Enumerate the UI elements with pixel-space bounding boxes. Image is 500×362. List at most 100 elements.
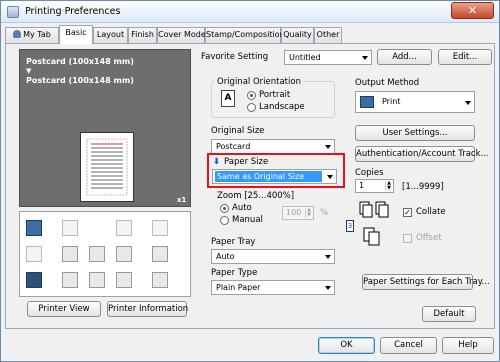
chevron-down-icon (325, 145, 331, 149)
print-icon (360, 96, 374, 108)
default-button[interactable]: Default (422, 306, 476, 322)
output-tray-icon[interactable] (62, 272, 78, 288)
offset-pages-icon (363, 227, 383, 247)
favorite-setting-select[interactable]: Untitled (284, 50, 372, 65)
copies-info-icon: 3 (346, 220, 354, 232)
collate-label: Collate (416, 207, 446, 217)
collate-checkbox[interactable]: ✓ (403, 208, 412, 217)
document-lines-icon (86, 138, 128, 196)
original-size-label: Original Size (211, 126, 265, 136)
zoom-value: 100 (286, 208, 302, 217)
ok-button[interactable]: OK (318, 337, 375, 354)
chevron-down-icon (325, 255, 331, 259)
cover-icon[interactable] (152, 246, 168, 262)
binding-icon[interactable] (62, 246, 78, 262)
printing-preferences-window: Printing Preferences ✕ My Tab Basic Layo… (0, 0, 500, 362)
chevron-down-icon (465, 101, 471, 105)
title-bar: Printing Preferences ✕ (1, 1, 499, 23)
original-size-select[interactable]: Postcard (211, 139, 335, 154)
combine-icon[interactable] (116, 220, 132, 236)
window-title: Printing Preferences (25, 6, 121, 17)
tab-layout[interactable]: Layout (93, 27, 128, 43)
paper-settings-each-tray-button[interactable]: Paper Settings for Each Tray... (362, 274, 490, 290)
add-favorite-button[interactable]: Add... (377, 49, 432, 65)
landscape-radio[interactable] (247, 103, 256, 112)
cancel-button[interactable]: Cancel (380, 337, 437, 354)
tab-quality[interactable]: Quality (281, 27, 314, 43)
portrait-label: Portrait (259, 90, 291, 100)
document-icon[interactable] (26, 272, 42, 288)
favorite-setting-value: Untitled (289, 53, 321, 62)
print-mode-icon[interactable] (26, 220, 42, 236)
preview-zoom-indicator: x1 (177, 196, 187, 204)
paper-type-label: Paper Type (211, 268, 258, 278)
punch-icon[interactable] (89, 246, 105, 262)
paper-size-value: Same as Original Size (215, 171, 322, 182)
printer-information-button[interactable]: Printer Information (107, 301, 188, 317)
tab-my-tab[interactable]: My Tab (5, 27, 59, 43)
tab-label: My Tab (23, 30, 51, 39)
zoom-auto-radio[interactable] (220, 204, 229, 213)
orientation-title: Original Orientation (215, 77, 303, 87)
paper-size-label: Paper Size (224, 157, 269, 167)
staple-icon[interactable] (152, 220, 168, 236)
zoom-manual-label: Manual (232, 215, 263, 225)
preview-original-size: Postcard (100x148 mm) (26, 57, 134, 66)
offset-label: Offset (416, 233, 442, 243)
zoom-manual-radio[interactable] (220, 216, 229, 225)
paper-tray-value: Auto (216, 252, 235, 261)
user-settings-button[interactable]: User Settings... (355, 125, 475, 141)
paper-size-select[interactable]: Same as Original Size (212, 169, 337, 184)
tab-finish[interactable]: Finish (128, 27, 157, 43)
landscape-label: Landscape (259, 102, 305, 112)
chevron-down-icon (362, 56, 368, 60)
printer-view-button[interactable]: Printer View (27, 301, 101, 317)
paper-type-value: Plain Paper (216, 283, 261, 292)
output-method-value: Print (382, 97, 401, 106)
preview-arrow-icon: ▼ (26, 67, 32, 75)
chevron-down-icon (325, 286, 331, 290)
person-icon (13, 30, 22, 38)
sort-icon[interactable] (89, 272, 105, 288)
spinner-icon: ▲ ▼ (385, 181, 392, 191)
close-button[interactable]: ✕ (451, 2, 494, 19)
output-method-label: Output Method (355, 78, 420, 88)
page-preview (80, 132, 134, 202)
portrait-radio[interactable] (247, 91, 256, 100)
finishing-icon[interactable] (152, 272, 168, 288)
original-size-value: Postcard (216, 142, 251, 151)
arrow-down-icon: ⬇ (213, 157, 221, 167)
print-preview: Postcard (100x148 mm) ▼ Postcard (100x14… (19, 49, 191, 207)
paper-type-select[interactable]: Plain Paper (211, 280, 335, 295)
duplex-icon[interactable] (62, 220, 78, 236)
offset-checkbox[interactable] (403, 234, 412, 243)
output-method-select[interactable]: Print (355, 91, 475, 113)
copies-label: Copies (355, 168, 384, 178)
tab-cover-mode[interactable]: Cover Mode (157, 27, 206, 43)
zoom-auto-label: Auto (232, 203, 252, 213)
paper-tray-select[interactable]: Auto (211, 249, 335, 264)
function-icon-panel (19, 211, 191, 297)
tab-stamp-composition[interactable]: Stamp/Composition (205, 27, 285, 43)
edit-favorite-button[interactable]: Edit... (438, 49, 492, 65)
group-icon[interactable] (116, 272, 132, 288)
portrait-orientation-icon: A (221, 90, 235, 107)
copies-input[interactable]: 1 ▲ ▼ (355, 179, 394, 193)
fold-icon[interactable] (116, 246, 132, 262)
booklet-icon[interactable] (26, 246, 42, 262)
collate-pages-icon (359, 199, 391, 221)
favorite-setting-label: Favorite Setting (201, 52, 269, 62)
spinner-icon: ▲ ▼ (305, 208, 312, 218)
zoom-label: Zoom [25...400%] (217, 191, 295, 201)
tab-basic[interactable]: Basic (59, 25, 93, 44)
authentication-account-track-button[interactable]: Authentication/Account Track... (355, 146, 489, 162)
zoom-unit: % (320, 208, 329, 218)
printer-icon (7, 6, 19, 18)
copies-range: [1...9999] (402, 182, 444, 192)
help-button[interactable]: Help (442, 337, 494, 354)
paper-tray-label: Paper Tray (211, 237, 256, 247)
chevron-down-icon (327, 175, 333, 179)
tab-other[interactable]: Other (314, 27, 342, 43)
copies-value: 1 (359, 181, 365, 190)
zoom-value-input[interactable]: 100 ▲ ▼ (282, 206, 314, 220)
